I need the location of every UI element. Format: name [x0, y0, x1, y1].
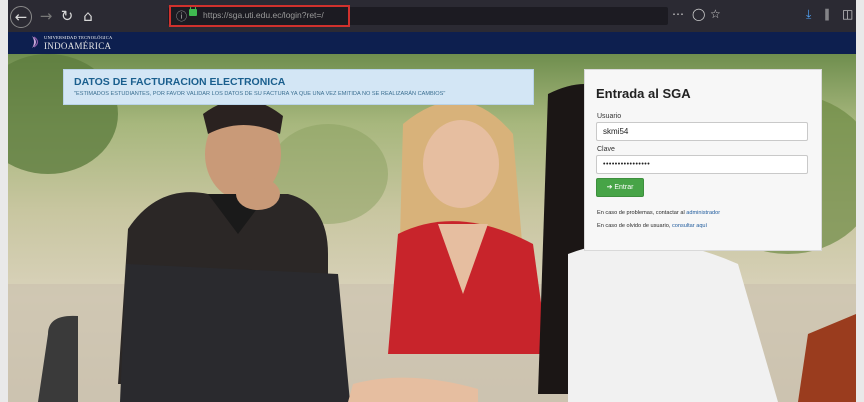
browser-window: ← → ↻ ⌂ ⓘ https://sga.uti.edu.ec/login?r…: [8, 0, 856, 402]
administrator-link[interactable]: administrador: [686, 210, 720, 216]
sidebar-icon[interactable]: ◫: [842, 7, 853, 21]
url-highlight-box: [169, 5, 350, 27]
more-icon[interactable]: ⋯: [672, 7, 684, 21]
billing-notice-banner: DATOS DE FACTURACION ELECTRONICA "ESTIMA…: [63, 69, 534, 105]
logo-line1: UNIVERSIDAD TECNOLÓGICA: [44, 35, 113, 40]
help-admin-line: En caso de problemas, contactar al admin…: [597, 210, 720, 216]
password-input[interactable]: ••••••••••••••••: [596, 155, 808, 174]
username-input[interactable]: skmi54: [596, 122, 808, 141]
notice-text: "ESTIMADOS ESTUDIANTES, POR FAVOR VALIDA…: [74, 91, 446, 97]
reload-icon[interactable]: ↻: [56, 5, 78, 27]
login-button[interactable]: ➔ Entrar: [596, 178, 644, 197]
back-icon[interactable]: ←: [10, 6, 32, 28]
home-icon[interactable]: ⌂: [77, 5, 99, 27]
consult-here-link[interactable]: consultar aquí: [672, 223, 707, 229]
pocket-icon[interactable]: ◯: [692, 7, 705, 21]
login-panel: Entrada al SGA Usuario skmi54 Clave ••••…: [584, 69, 822, 251]
login-title: Entrada al SGA: [596, 86, 691, 101]
forward-icon[interactable]: →: [35, 5, 57, 27]
university-logo-icon[interactable]: [31, 35, 41, 49]
logo-line2: INDOAMÉRICA: [44, 41, 112, 51]
help-forgot-text: En caso de olvido de usuario,: [597, 223, 671, 229]
download-icon[interactable]: ⤓: [806, 7, 811, 22]
bookmark-star-icon[interactable]: ☆: [710, 7, 721, 21]
browser-toolbar: ← → ↻ ⌂ ⓘ https://sga.uti.edu.ec/login?r…: [8, 0, 856, 32]
notice-title: DATOS DE FACTURACION ELECTRONICA: [74, 76, 286, 88]
library-icon[interactable]: ∥: [824, 7, 830, 21]
help-admin-text: En caso de problemas, contactar al: [597, 210, 685, 216]
help-forgot-line: En caso de olvido de usuario, consultar …: [597, 223, 707, 229]
username-label: Usuario: [597, 113, 622, 120]
password-label: Clave: [597, 146, 615, 153]
site-header: UNIVERSIDAD TECNOLÓGICA INDOAMÉRICA: [8, 32, 856, 54]
